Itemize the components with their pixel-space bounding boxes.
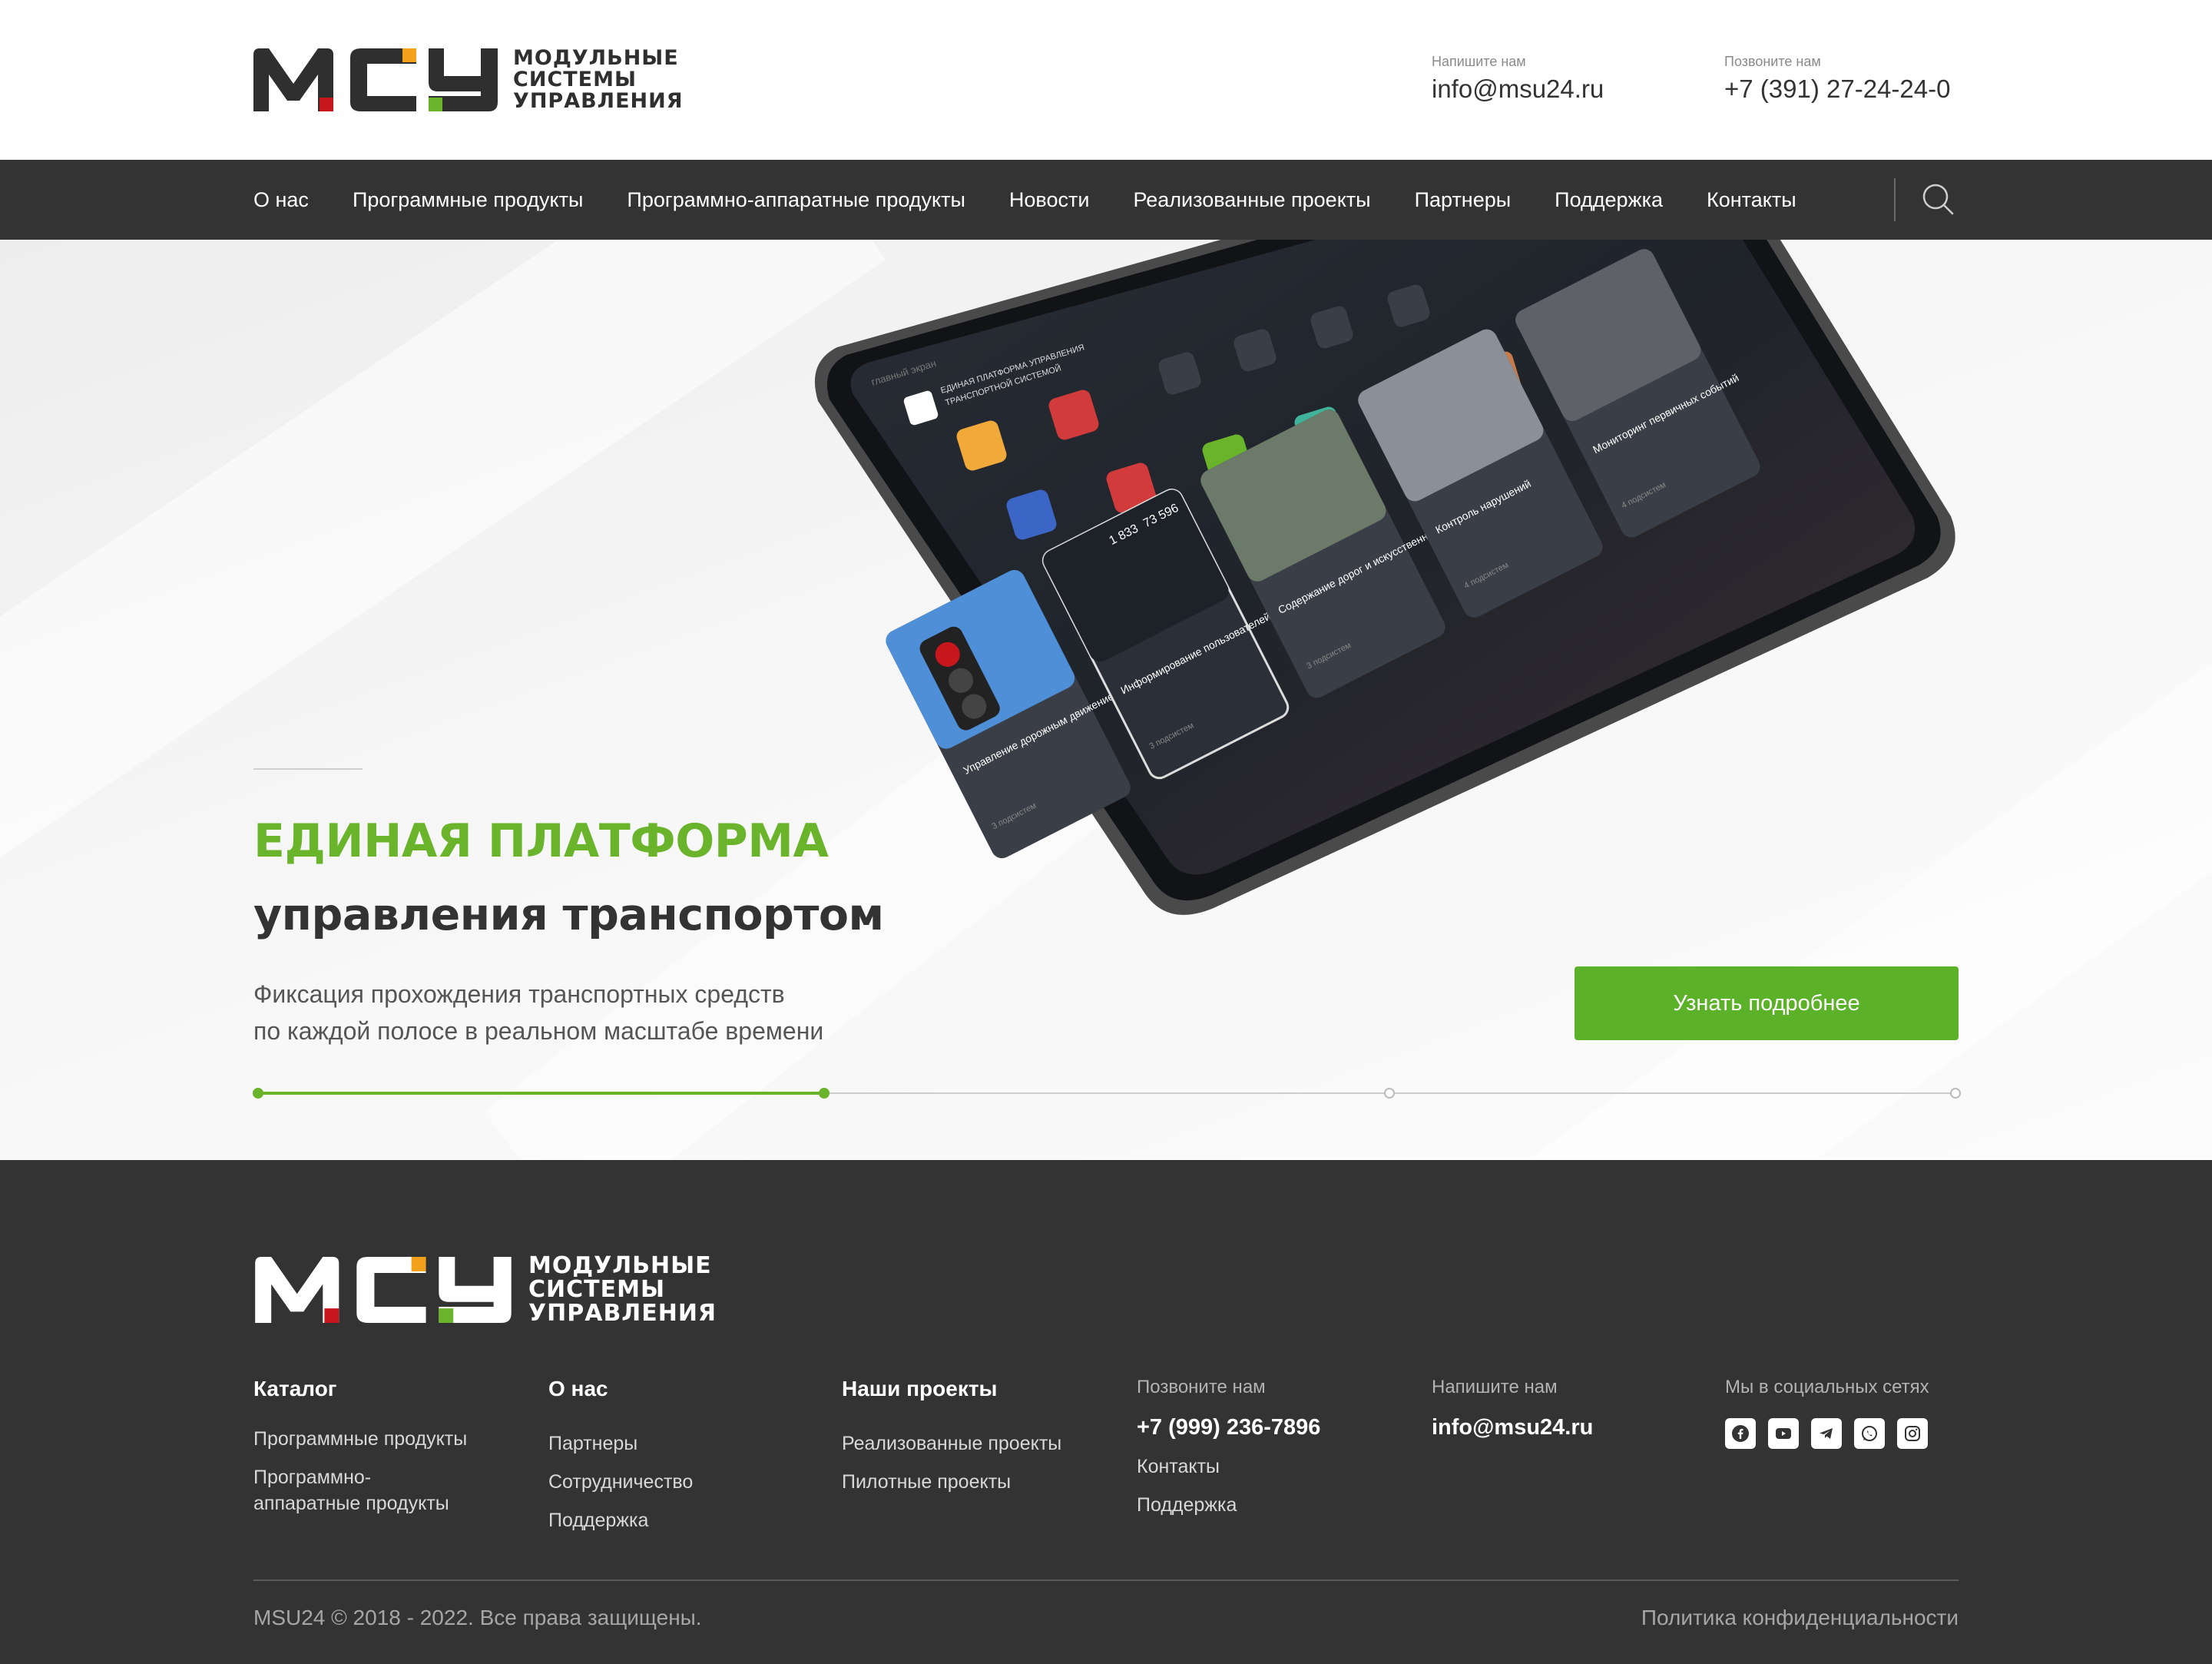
- slider-dot[interactable]: [253, 1088, 263, 1099]
- footer-catalog-title: Каталог: [253, 1377, 337, 1400]
- logo-mark-icon: [253, 48, 498, 111]
- footer-link-cooperation[interactable]: Сотрудничество: [548, 1469, 693, 1495]
- footer-col-call: Позвоните нам +7 (999) 236-7896 Контакты…: [1137, 1375, 1320, 1518]
- site-header: МОДУЛЬНЫЕ СИСТЕМЫ УПРАВЛЕНИЯ Напишите на…: [0, 0, 2212, 160]
- footer-logo-line-3: УПРАВЛЕНИЯ: [528, 1300, 717, 1327]
- logo-line-1: МОДУЛЬНЫЕ: [513, 46, 679, 70]
- footer-col-catalog: Каталог Программные продукты Программно-…: [253, 1375, 467, 1516]
- footer-col-about: О нас Партнеры Сотрудничество Поддержка: [548, 1375, 693, 1533]
- privacy-policy-link[interactable]: Политика конфиденциальности: [1641, 1606, 1959, 1630]
- footer-about-title: О нас: [548, 1377, 608, 1400]
- footer-link-support[interactable]: Поддержка: [548, 1507, 693, 1533]
- main-nav: О нас Программные продукты Программно-ап…: [0, 160, 2212, 240]
- footer-logo-line-2: СИСТЕМЫ: [528, 1276, 666, 1303]
- facebook-icon[interactable]: [1725, 1418, 1756, 1449]
- footer-divider: [253, 1579, 1959, 1581]
- nav-item-software[interactable]: Программные продукты: [353, 188, 583, 212]
- hero-accent-line: [253, 768, 363, 770]
- footer-link-hardware-2[interactable]: аппаратные продукты: [253, 1490, 467, 1516]
- nav-item-hardware-software[interactable]: Программно-аппаратные продукты: [627, 188, 965, 212]
- footer-write-label: Напишите нам: [1432, 1377, 1558, 1397]
- hero-bg-facet: [0, 240, 886, 862]
- hero-subtitle-line-2: по каждой полосе в реальном масштабе вре…: [253, 1017, 824, 1045]
- nav-divider: [1894, 178, 1896, 221]
- nav-item-support[interactable]: Поддержка: [1555, 188, 1663, 212]
- hero-title-dark: управления транспортом: [253, 890, 884, 940]
- slider-progress: [258, 1092, 824, 1095]
- youtube-icon[interactable]: [1768, 1418, 1799, 1449]
- hero-title-green: ЕДИНАЯ ПЛАТФОРМА: [253, 814, 829, 868]
- footer-col-social: Мы в социальных сетях: [1725, 1375, 1940, 1449]
- social-icons: [1725, 1418, 1940, 1449]
- footer-social-label: Мы в социальных сетях: [1725, 1377, 1929, 1397]
- instagram-icon[interactable]: [1897, 1418, 1928, 1449]
- header-phone-label: Позвоните нам: [1724, 54, 1821, 69]
- nav-item-contacts[interactable]: Контакты: [1707, 188, 1796, 212]
- hero-subtitle: Фиксация прохождения транспортных средст…: [253, 976, 823, 1049]
- footer-link-pilot[interactable]: Пилотные проекты: [842, 1469, 1061, 1495]
- footer-logo-text: МОДУЛЬНЫЕ СИСТЕМЫ УПРАВЛЕНИЯ: [528, 1254, 717, 1325]
- footer-link-realized[interactable]: Реализованные проекты: [842, 1430, 1061, 1457]
- whatsapp-icon[interactable]: [1854, 1418, 1885, 1449]
- tablet-illustration: главный экран ЕДИНАЯ ПЛАТФОРМА УПРАВЛЕНИ…: [814, 240, 1955, 915]
- footer-email-link[interactable]: info@msu24.ru: [1432, 1414, 1593, 1441]
- site-logo[interactable]: МОДУЛЬНЫЕ СИСТЕМЫ УПРАВЛЕНИЯ: [253, 48, 684, 112]
- learn-more-button[interactable]: Узнать подробнее: [1575, 966, 1959, 1040]
- footer-link-partners[interactable]: Партнеры: [548, 1430, 693, 1457]
- footer-link-hardware-1[interactable]: Программно-: [253, 1464, 467, 1490]
- logo-line-3: УПРАВЛЕНИЯ: [513, 89, 684, 113]
- footer-logo-line-1: МОДУЛЬНЫЕ: [528, 1252, 712, 1279]
- nav-item-news[interactable]: Новости: [1009, 188, 1090, 212]
- footer-link-contacts[interactable]: Контакты: [1137, 1454, 1320, 1480]
- hero-subtitle-line-1: Фиксация прохождения транспортных средст…: [253, 980, 785, 1008]
- footer-call-label: Позвоните нам: [1137, 1377, 1266, 1397]
- nav-item-projects[interactable]: Реализованные проекты: [1133, 188, 1370, 212]
- logo-text: МОДУЛЬНЫЕ СИСТЕМЫ УПРАВЛЕНИЯ: [513, 48, 684, 112]
- footer-link-software[interactable]: Программные продукты: [253, 1426, 467, 1452]
- header-email-label: Напишите нам: [1432, 54, 1526, 69]
- footer-projects-title: Наши проекты: [842, 1377, 998, 1400]
- footer-logo[interactable]: МОДУЛЬНЫЕ СИСТЕМЫ УПРАВЛЕНИЯ: [253, 1254, 717, 1325]
- telegram-icon[interactable]: [1811, 1418, 1842, 1449]
- slider-dot[interactable]: [818, 1088, 830, 1099]
- nav-item-about[interactable]: О нас: [253, 188, 309, 212]
- slider-dot[interactable]: [1950, 1088, 1961, 1099]
- header-phone-link[interactable]: +7 (391) 27-24-24-0: [1724, 72, 1950, 106]
- logo-line-2: СИСТЕМЫ: [513, 68, 637, 91]
- nav-menu: О нас Программные продукты Программно-ап…: [253, 160, 1840, 240]
- nav-item-partners[interactable]: Партнеры: [1415, 188, 1512, 212]
- footer-phone-link[interactable]: +7 (999) 236-7896: [1137, 1414, 1320, 1441]
- header-email-block: Напишите нам info@msu24.ru: [1432, 54, 1604, 106]
- footer-col-write: Напишите нам info@msu24.ru: [1432, 1375, 1593, 1441]
- footer-link-support-2[interactable]: Поддержка: [1137, 1492, 1320, 1518]
- footer-col-projects: Наши проекты Реализованные проекты Пилот…: [842, 1375, 1061, 1495]
- search-icon[interactable]: [1920, 181, 1957, 218]
- footer-logo-mark-icon: [255, 1256, 512, 1323]
- header-email-link[interactable]: info@msu24.ru: [1432, 72, 1604, 106]
- header-phone-block: Позвоните нам +7 (391) 27-24-24-0: [1724, 54, 1950, 106]
- copyright-text: MSU24 © 2018 - 2022. Все права защищены.: [253, 1606, 702, 1629]
